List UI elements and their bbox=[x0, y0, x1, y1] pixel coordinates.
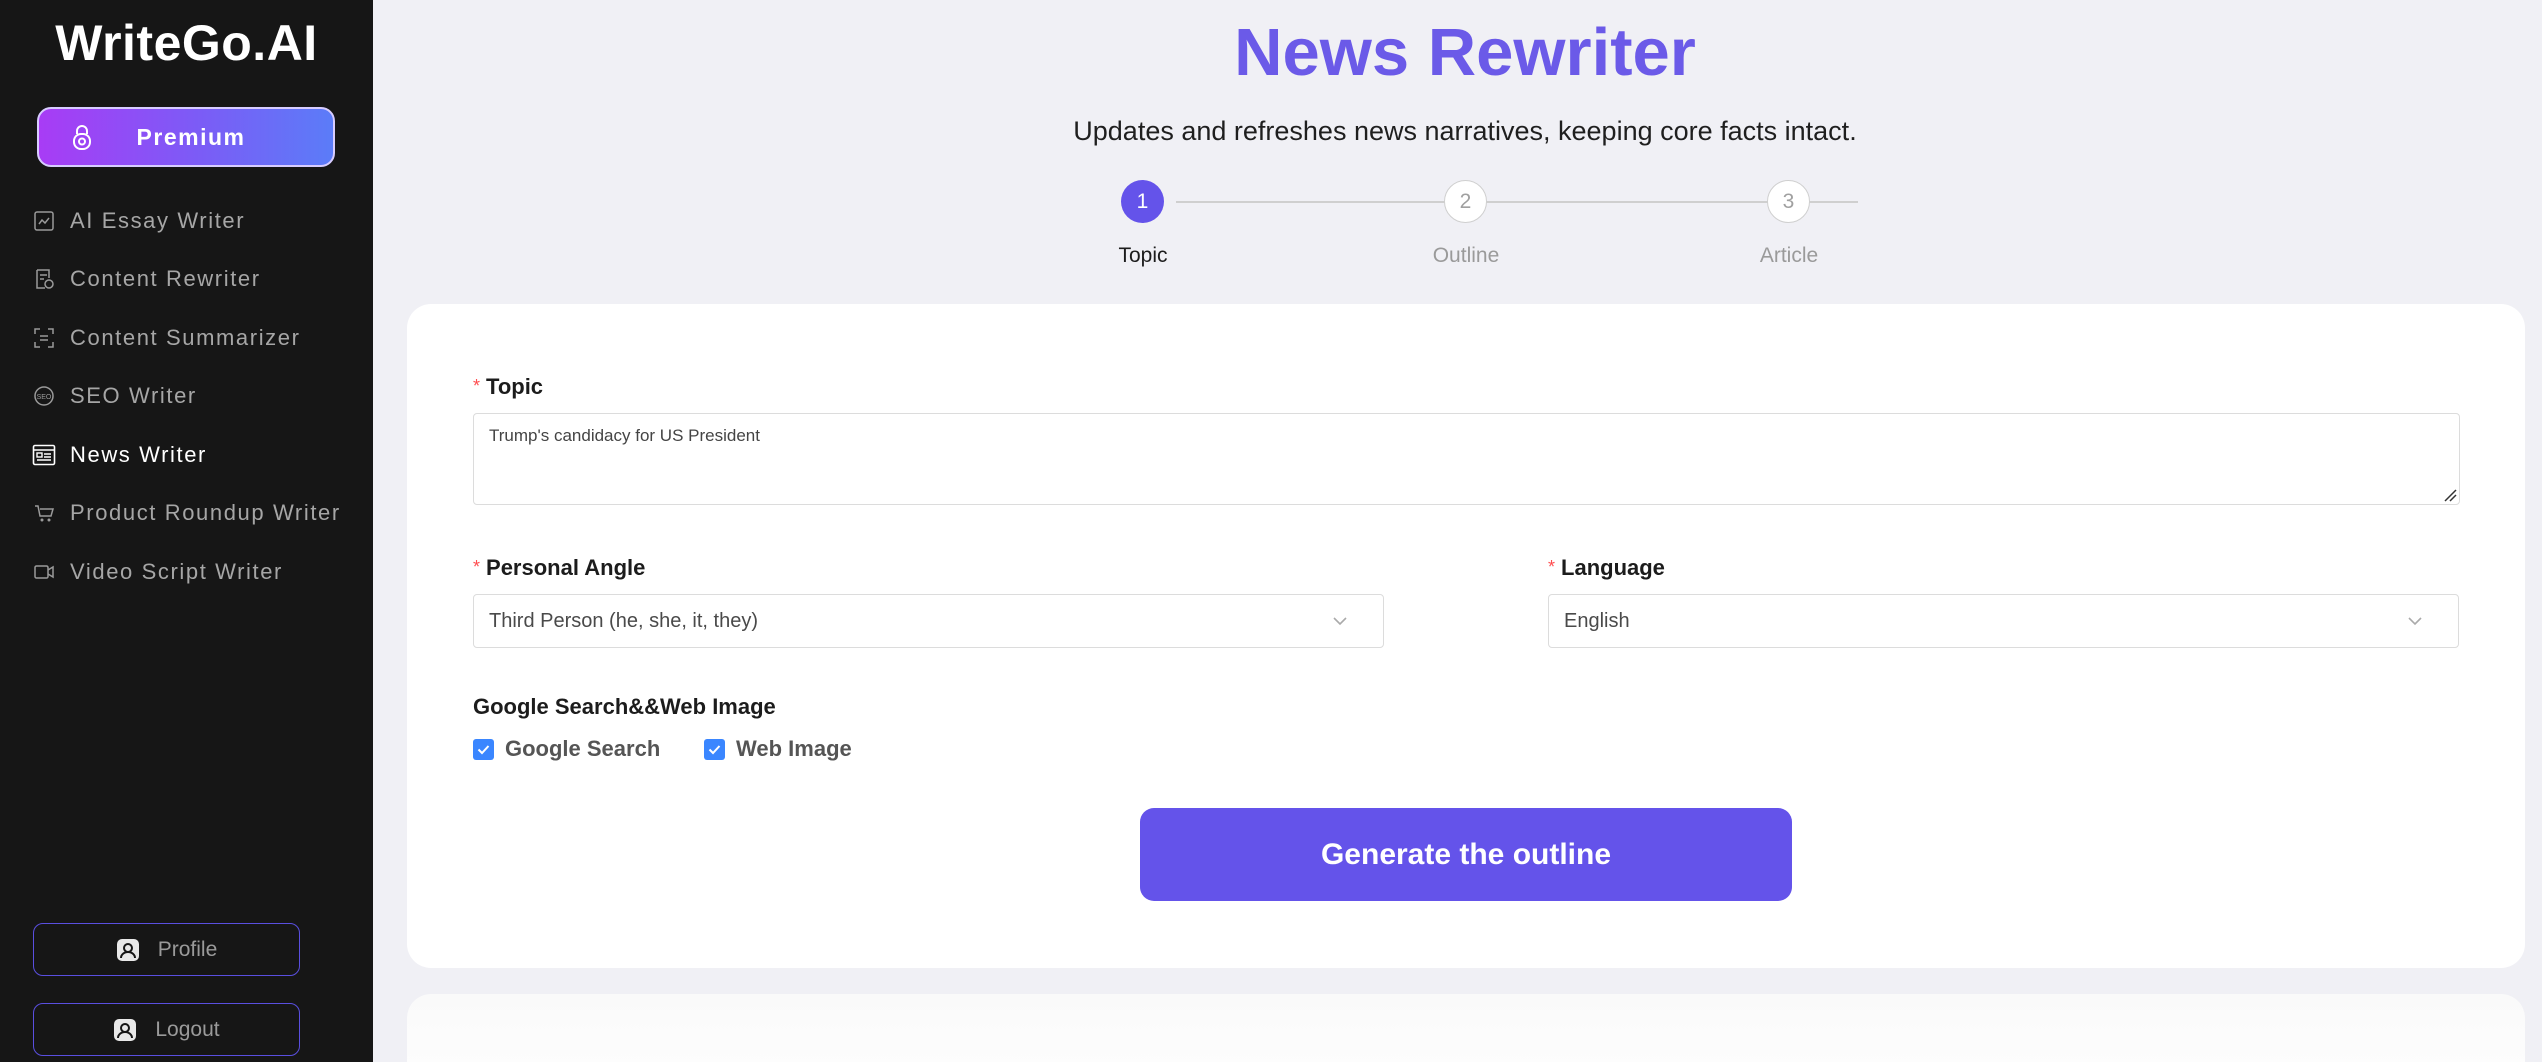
summarize-icon bbox=[32, 326, 56, 350]
essay-icon bbox=[32, 209, 56, 233]
rewrite-icon bbox=[32, 267, 56, 291]
video-icon bbox=[32, 560, 56, 584]
sidebar-item-product-roundup-writer[interactable]: Product Roundup Writer bbox=[32, 493, 341, 533]
sidebar-item-ai-essay-writer[interactable]: AI Essay Writer bbox=[32, 201, 245, 241]
language-select[interactable]: English bbox=[1548, 594, 2459, 648]
required-mark: * bbox=[473, 376, 481, 396]
logout-button[interactable]: Logout bbox=[33, 1003, 300, 1056]
step-2-label: Outline bbox=[1432, 244, 1500, 267]
logout-icon bbox=[114, 1018, 137, 1041]
personal-angle-select[interactable]: Third Person (he, she, it, they) bbox=[473, 594, 1384, 648]
sidebar-item-label: Video Script Writer bbox=[70, 559, 283, 584]
topic-form-card: * Topic Trump's candidacy for US Presiden… bbox=[407, 304, 2525, 968]
checkbox-checked-icon[interactable] bbox=[704, 738, 725, 760]
required-mark: * bbox=[473, 557, 481, 577]
google-search-checkbox[interactable]: Google Search bbox=[473, 736, 660, 762]
topic-textarea[interactable]: Trump's candidacy for US President bbox=[473, 413, 2460, 505]
chevron-down-icon bbox=[2408, 617, 2422, 626]
sidebar-item-label: Content Rewriter bbox=[70, 266, 261, 291]
sidebar-item-label: Product Roundup Writer bbox=[70, 500, 341, 525]
generate-outline-button[interactable]: Generate the outline bbox=[1140, 808, 1792, 901]
premium-button[interactable]: Premium bbox=[37, 107, 335, 167]
step-2-circle[interactable]: 2 bbox=[1444, 180, 1487, 223]
news-icon bbox=[32, 443, 56, 467]
sidebar-item-label: Content Summarizer bbox=[70, 325, 301, 350]
sidebar-item-video-script-writer[interactable]: Video Script Writer bbox=[32, 552, 283, 592]
search-group-label: Google Search&&Web Image bbox=[473, 694, 776, 719]
language-label: * Language bbox=[1548, 555, 1665, 580]
google-search-label: Google Search bbox=[505, 736, 661, 761]
progress-steps: 1 2 3 Topic Outline Article bbox=[1100, 180, 1858, 280]
app-logo[interactable]: WriteGo.AI bbox=[0, 14, 373, 72]
personal-angle-value: Third Person (he, she, it, they) bbox=[489, 609, 759, 632]
step-3-circle[interactable]: 3 bbox=[1767, 180, 1810, 223]
cart-icon bbox=[32, 501, 56, 525]
step-1-label: Topic bbox=[1118, 244, 1168, 267]
topic-label: * Topic bbox=[473, 374, 544, 399]
profile-icon bbox=[116, 938, 139, 961]
profile-button[interactable]: Profile bbox=[33, 923, 300, 976]
step-1-circle[interactable]: 1 bbox=[1121, 180, 1164, 223]
sidebar-item-label: News Writer bbox=[70, 442, 207, 467]
language-value: English bbox=[1564, 609, 1630, 632]
chevron-down-icon bbox=[1333, 617, 1347, 626]
seo-icon: SEO bbox=[32, 384, 56, 408]
sidebar-item-label: SEO Writer bbox=[70, 383, 197, 408]
sidebar-item-content-summarizer[interactable]: Content Summarizer bbox=[32, 318, 301, 358]
svg-text:SEO: SEO bbox=[37, 394, 52, 401]
sidebar-item-news-writer[interactable]: News Writer bbox=[32, 435, 207, 475]
premium-label: Premium bbox=[136, 123, 246, 150]
web-image-label: Web Image bbox=[736, 736, 852, 761]
personal-angle-label: * Personal Angle bbox=[473, 555, 646, 580]
required-mark: * bbox=[1548, 557, 1556, 577]
sidebar-item-label: AI Essay Writer bbox=[70, 208, 246, 233]
profile-label: Profile bbox=[157, 937, 218, 961]
logout-label: Logout bbox=[155, 1017, 220, 1041]
page-title: News Rewriter bbox=[1234, 15, 1696, 90]
checkbox-checked-icon[interactable] bbox=[473, 738, 494, 760]
topic-value: Trump's candidacy for US President bbox=[489, 426, 760, 445]
web-image-checkbox[interactable]: Web Image bbox=[704, 736, 852, 762]
step-3-label: Article bbox=[1759, 244, 1819, 267]
output-card bbox=[407, 994, 2525, 1062]
resize-handle-icon[interactable] bbox=[2443, 488, 2457, 502]
sidebar-item-seo-writer[interactable]: SEO SEO Writer bbox=[32, 376, 197, 416]
page-subtitle: Updates and refreshes news narratives, k… bbox=[1073, 116, 1857, 146]
sidebar: WriteGo.AI Premium AI Essay Writer Conte… bbox=[0, 0, 373, 1062]
sidebar-item-content-rewriter[interactable]: Content Rewriter bbox=[32, 259, 261, 299]
